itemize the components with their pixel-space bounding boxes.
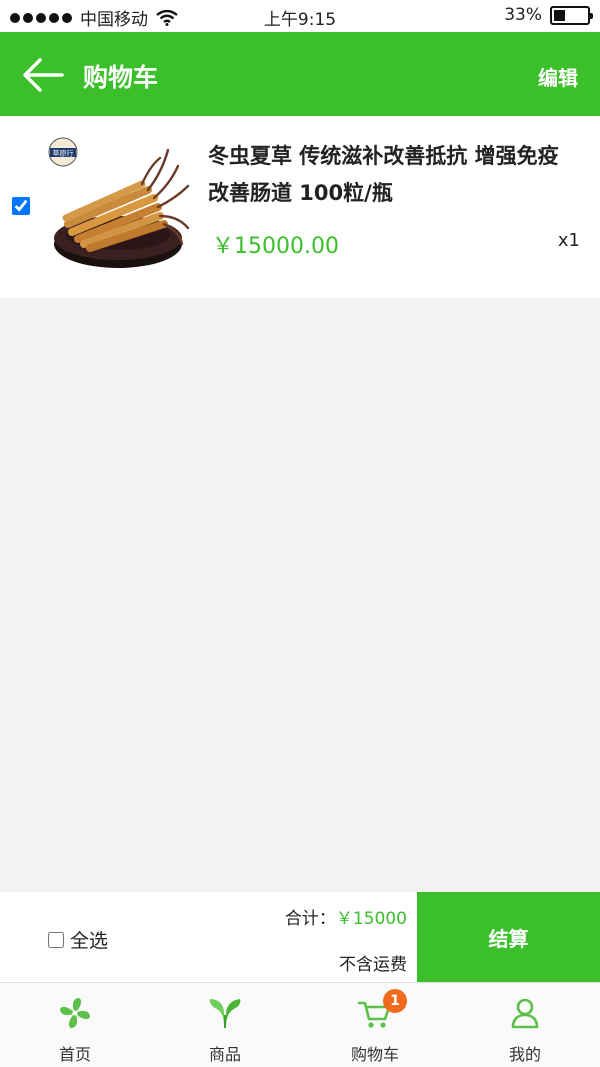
status-bar: 中国移动 上午9:15 33% <box>0 0 600 32</box>
product-quantity: x1 <box>557 230 580 251</box>
edit-button[interactable]: 编辑 <box>538 62 578 91</box>
checkout-button[interactable]: 结算 <box>417 892 600 982</box>
app-header: 购物车 编辑 <box>0 32 600 116</box>
cart-count-badge: 1 <box>383 989 407 1013</box>
item-checkbox[interactable] <box>12 197 30 215</box>
total-label: 合计： <box>284 909 336 929</box>
tab-profile[interactable]: 我的 <box>450 983 600 1067</box>
back-arrow-icon[interactable] <box>22 56 64 94</box>
product-price: ￥15000.00 <box>212 234 339 259</box>
tab-home[interactable]: 首页 <box>0 983 150 1067</box>
tab-bar: 首页 商品 1 购物车 我的 <box>0 982 600 1067</box>
tab-home-label: 首页 <box>58 1045 91 1064</box>
status-right: 33% <box>504 5 593 25</box>
select-all-checkbox[interactable] <box>48 931 64 948</box>
select-all[interactable]: 全选 <box>48 926 108 953</box>
product-name[interactable]: 冬虫夏草 传统滋补改善抵抗 增强免疫 改善肠道 100粒/瓶 <box>208 138 578 212</box>
settlement-bar: 全选 合计：￥15000 不含运费 结算 <box>0 892 600 982</box>
battery-fill <box>554 9 565 21</box>
tab-products[interactable]: 商品 <box>150 983 300 1067</box>
shipping-note: 不含运费 <box>339 955 407 975</box>
user-icon <box>511 998 539 1029</box>
tab-cart-label: 购物车 <box>350 1045 399 1064</box>
sprout-icon <box>209 999 241 1028</box>
battery-percent: 33% <box>504 5 542 25</box>
pinwheel-icon <box>60 998 90 1028</box>
cart-item: 草原行 冬虫夏草 传统滋补改善抵抗 增强免疫 改善肠道 100粒/瓶 ￥1500… <box>0 116 600 298</box>
total-amount: ￥15000 <box>335 909 407 929</box>
tab-cart[interactable]: 1 购物车 <box>300 983 450 1067</box>
brand-mark: 草原行 <box>53 149 74 158</box>
battery-icon <box>550 5 593 25</box>
total-price: 合计：￥15000 <box>285 904 407 929</box>
product-image[interactable]: 草原行 <box>38 132 198 287</box>
select-all-label: 全选 <box>70 930 109 952</box>
tab-products-label: 商品 <box>208 1045 241 1064</box>
tab-profile-label: 我的 <box>508 1045 541 1064</box>
page-title: 购物车 <box>83 63 159 92</box>
